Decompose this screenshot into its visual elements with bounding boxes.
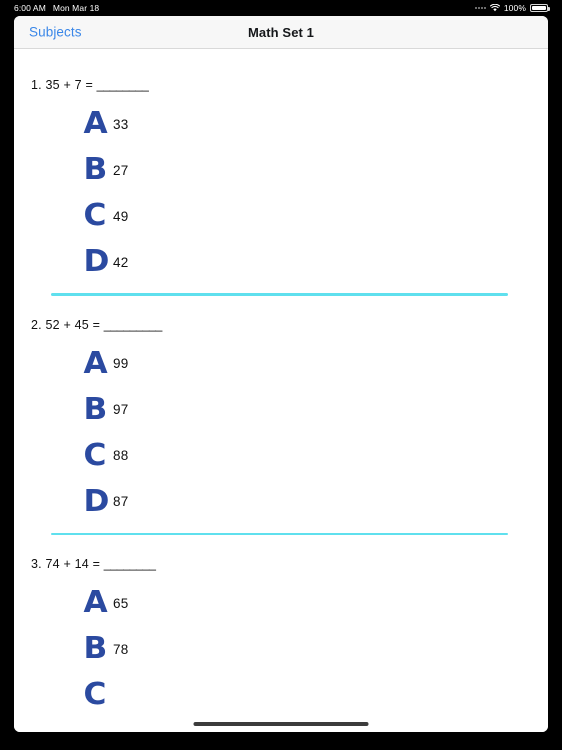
option-row[interactable]: D 87 [14,479,548,525]
option-letter: B [83,152,108,187]
option-letter: C [83,198,107,233]
option-letter: D [83,483,110,519]
option-value: 88 [113,448,129,463]
question-block: 2. 52 + 45 = _________ A 99 B 97 C 88 D 87 [14,296,548,535]
option-row[interactable]: A 33 [14,101,548,147]
ipad-device-frame: 6:00 AM Mon Mar 18 100% Subjects Math Se… [0,0,562,750]
question-prompt: 3. 74 + 14 = ________ [14,557,548,571]
question-prompt-text: 2. 52 + 45 = [31,317,104,332]
option-row[interactable]: B 78 [14,626,548,672]
navigation-bar: Subjects Math Set 1 [14,16,548,49]
option-list: A 99 B 97 C 88 D 87 [14,341,548,525]
status-bar-time: 6:00 AM [14,3,46,13]
status-bar: 6:00 AM Mon Mar 18 100% [0,0,562,16]
option-letter: A [83,345,108,381]
option-row[interactable]: A 99 [14,341,548,387]
option-value: 99 [113,356,129,371]
option-letter: C [83,437,107,473]
option-list: A 65 B 78 C [14,580,548,718]
question-prompt-text: 3. 74 + 14 = [31,557,104,571]
question-block: 1. 35 + 7 = ________ A 33 B 27 C 49 D 42 [14,50,548,296]
home-indicator [193,722,369,726]
option-value: 97 [113,402,129,417]
status-bar-right: 100% [474,3,550,13]
option-row[interactable]: C 88 [14,433,548,479]
battery-icon [530,4,550,12]
option-value: 65 [113,595,129,611]
status-bar-date: Mon Mar 18 [52,3,100,13]
option-row[interactable]: B 27 [14,147,548,193]
signal-dots-icon [474,7,486,9]
option-list: A 33 B 27 C 49 D 42 [14,101,548,285]
question-prompt: 1. 35 + 7 = ________ [14,78,548,92]
option-row[interactable]: D 42 [14,239,548,285]
option-row[interactable]: C [14,672,548,718]
back-button-subjects[interactable]: Subjects [29,25,82,40]
option-value: 87 [113,494,129,509]
option-value: 33 [113,116,129,132]
option-row[interactable]: B 97 [14,387,548,433]
option-value: 78 [113,641,129,657]
option-letter: A [83,106,108,141]
option-letter: B [83,391,108,427]
option-value: 42 [113,254,129,270]
app-screen: Subjects Math Set 1 1. 35 + 7 = ________… [14,16,548,732]
status-bar-left: 6:00 AM Mon Mar 18 [14,3,99,13]
wifi-icon [489,4,500,12]
option-row[interactable]: C 49 [14,193,548,239]
question-prompt-text: 1. 35 + 7 = [31,78,97,92]
option-letter: D [83,244,110,279]
question-prompt: 2. 52 + 45 = _________ [14,318,548,332]
option-letter: A [83,585,108,620]
option-letter: C [83,677,107,712]
quiz-content-scroll[interactable]: 1. 35 + 7 = ________ A 33 B 27 C 49 D 42 2. 52 + … [14,50,548,732]
question-block: 3. 74 + 14 = ________ A 65 B 78 C [14,535,548,718]
answer-blank: ________ [103,557,156,571]
answer-blank: ________ [96,78,149,92]
answer-blank: _________ [103,317,163,332]
battery-percent-label: 100% [503,3,526,13]
option-letter: B [83,631,108,666]
option-value: 49 [113,208,129,224]
option-row[interactable]: A 65 [14,580,548,626]
page-title: Math Set 1 [247,24,314,40]
option-value: 27 [113,162,129,178]
